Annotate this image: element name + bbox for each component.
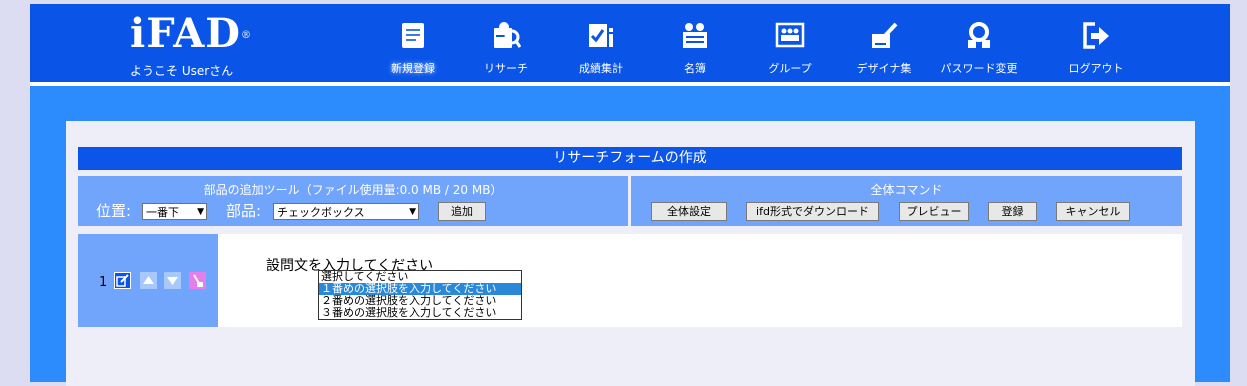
move-up-icon[interactable] bbox=[140, 272, 157, 289]
logout-icon bbox=[1083, 22, 1109, 49]
chevron-down-icon: ▼ bbox=[197, 207, 204, 217]
nav-label: パスワード変更 bbox=[940, 62, 1018, 75]
question-controls: 1 bbox=[78, 234, 218, 327]
nav-label: 新規登録 bbox=[391, 62, 435, 75]
global-settings-button[interactable]: 全体設定 bbox=[651, 202, 727, 221]
question-number: 1 bbox=[99, 275, 108, 290]
position-label: 位置: bbox=[96, 202, 132, 220]
group-icon bbox=[775, 22, 805, 48]
download-ifd-button[interactable]: ifd形式でダウンロード bbox=[746, 202, 879, 221]
question-body: 設問文を入力してください 選択してください １番めの選択肢を入力してください ２… bbox=[218, 234, 1182, 327]
nav-label: 名簿 bbox=[684, 62, 706, 75]
app-frame: iFAD® ようこそ Userさん 新規登録 リサーチ 成績集計 名簿 グループ… bbox=[30, 4, 1230, 386]
register-button[interactable]: 登録 bbox=[988, 202, 1037, 221]
nav-roster[interactable]: 名簿 bbox=[652, 4, 738, 82]
choice-list[interactable]: 選択してください １番めの選択肢を入力してください ２番めの選択肢を入力してくだ… bbox=[318, 270, 522, 320]
position-select-value: 一番下 bbox=[146, 206, 179, 219]
edit-question-icon[interactable] bbox=[114, 272, 131, 289]
nav-password-change[interactable]: パスワード変更 bbox=[936, 4, 1022, 82]
global-command-title: 全体コマンド bbox=[870, 183, 943, 197]
research-icon bbox=[494, 22, 521, 48]
nav-label: グループ bbox=[768, 62, 812, 75]
part-select[interactable]: チェックボックス ▼ bbox=[273, 203, 419, 220]
cancel-button[interactable]: キャンセル bbox=[1056, 202, 1130, 221]
nav-label: 成績集計 bbox=[579, 62, 623, 75]
nav-research[interactable]: リサーチ bbox=[463, 4, 549, 82]
password-change-icon bbox=[968, 22, 990, 48]
roster-icon bbox=[683, 23, 707, 48]
form-panel: リサーチフォームの作成 部品の追加ツール（ファイル使用量:0.0 MB / 20… bbox=[66, 121, 1195, 386]
nav-logout[interactable]: ログアウト bbox=[1053, 4, 1139, 82]
form-title: リサーチフォームの作成 bbox=[78, 147, 1182, 170]
parts-tool-title: 部品の追加ツール（ファイル使用量:0.0 MB / 20 MB） bbox=[203, 183, 503, 197]
chevron-down-icon: ▼ bbox=[409, 207, 416, 217]
logo: iFAD® bbox=[130, 10, 252, 57]
position-select[interactable]: 一番下 ▼ bbox=[142, 203, 207, 220]
nav-new-registration[interactable]: 新規登録 bbox=[370, 4, 456, 82]
nav-label: リサーチ bbox=[484, 62, 528, 75]
preview-button[interactable]: プレビュー bbox=[899, 202, 969, 221]
global-command-section: 全体コマンド 全体設定 ifd形式でダウンロード プレビュー 登録 キャンセル bbox=[631, 176, 1182, 226]
nav-grade-summary[interactable]: 成績集計 bbox=[558, 4, 644, 82]
parts-tool-section: 部品の追加ツール（ファイル使用量:0.0 MB / 20 MB） 位置: 一番下… bbox=[78, 176, 628, 226]
delete-question-icon[interactable] bbox=[189, 272, 206, 289]
move-down-icon[interactable] bbox=[164, 272, 181, 289]
part-select-value: チェックボックス bbox=[277, 206, 365, 219]
new-document-icon bbox=[402, 23, 424, 48]
designer-icon bbox=[872, 22, 898, 48]
header-bar: iFAD® ようこそ Userさん 新規登録 リサーチ 成績集計 名簿 グループ… bbox=[30, 4, 1230, 82]
nav-label: デザイナ集 bbox=[856, 62, 912, 75]
welcome-text: ようこそ Userさん bbox=[130, 64, 234, 78]
nav-designer[interactable]: デザイナ集 bbox=[841, 4, 927, 82]
grade-summary-icon bbox=[589, 24, 613, 47]
choice-option[interactable]: ３番めの選択肢を入力してください bbox=[319, 307, 521, 319]
nav-group[interactable]: グループ bbox=[747, 4, 833, 82]
part-label: 部品: bbox=[226, 202, 262, 220]
header-divider bbox=[30, 82, 1230, 86]
add-button[interactable]: 追加 bbox=[438, 202, 486, 221]
nav-label: ログアウト bbox=[1068, 62, 1124, 75]
